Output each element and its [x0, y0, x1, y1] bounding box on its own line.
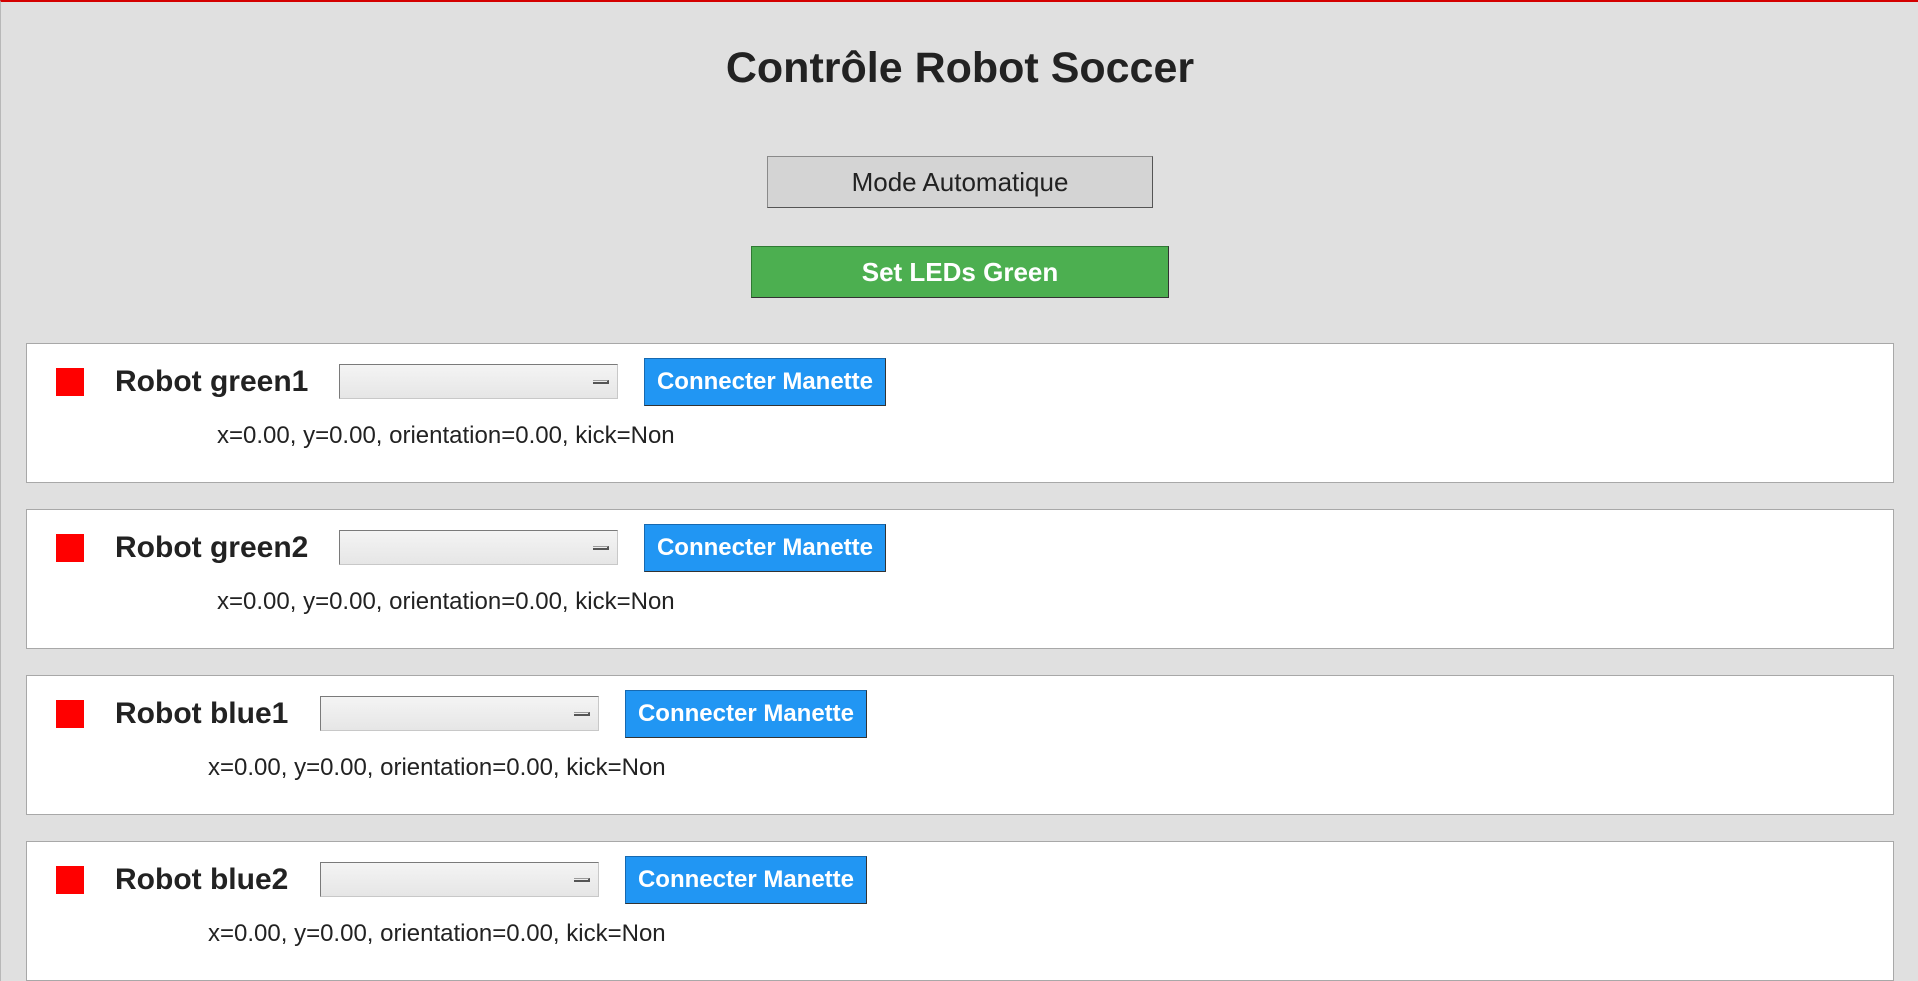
set-leds-green-button[interactable]: Set LEDs Green — [751, 246, 1169, 298]
robot-panel-blue1: Robot blue1 Connecter Manette x=0.00, y=… — [26, 675, 1894, 815]
connect-controller-button[interactable]: Connecter Manette — [644, 358, 886, 406]
status-indicator-icon — [56, 700, 84, 728]
robot-state-info: x=0.00, y=0.00, orientation=0.00, kick=N… — [208, 754, 666, 781]
robot-panel-green1: Robot green1 Connecter Manette x=0.00, y… — [26, 343, 1894, 483]
connect-controller-button[interactable]: Connecter Manette — [625, 690, 867, 738]
app-window: Contrôle Robot Soccer Mode Automatique S… — [0, 0, 1918, 981]
controller-select[interactable] — [320, 862, 599, 897]
status-indicator-icon — [56, 866, 84, 894]
robot-name: Robot blue2 — [115, 863, 289, 896]
robot-state-info: x=0.00, y=0.00, orientation=0.00, kick=N… — [208, 920, 666, 947]
connect-controller-button[interactable]: Connecter Manette — [644, 524, 886, 572]
status-indicator-icon — [56, 534, 84, 562]
controller-select[interactable] — [320, 696, 599, 731]
app-title: Contrôle Robot Soccer — [725, 44, 1195, 92]
robot-name: Robot green2 — [115, 531, 309, 564]
robot-state-info: x=0.00, y=0.00, orientation=0.00, kick=N… — [217, 422, 675, 449]
controller-select[interactable] — [339, 364, 618, 399]
robot-name: Robot blue1 — [115, 697, 289, 730]
robot-panel-green2: Robot green2 Connecter Manette x=0.00, y… — [26, 509, 1894, 649]
controller-select[interactable] — [339, 530, 618, 565]
connect-controller-button[interactable]: Connecter Manette — [625, 856, 867, 904]
robot-state-info: x=0.00, y=0.00, orientation=0.00, kick=N… — [217, 588, 675, 615]
robot-name: Robot green1 — [115, 365, 309, 398]
dropdown-arrow-icon — [574, 878, 590, 882]
robot-panel-blue2: Robot blue2 Connecter Manette x=0.00, y=… — [26, 841, 1894, 981]
dropdown-arrow-icon — [593, 380, 609, 384]
status-indicator-icon — [56, 368, 84, 396]
automatic-mode-button[interactable]: Mode Automatique — [767, 156, 1153, 208]
dropdown-arrow-icon — [574, 712, 590, 716]
dropdown-arrow-icon — [593, 546, 609, 550]
